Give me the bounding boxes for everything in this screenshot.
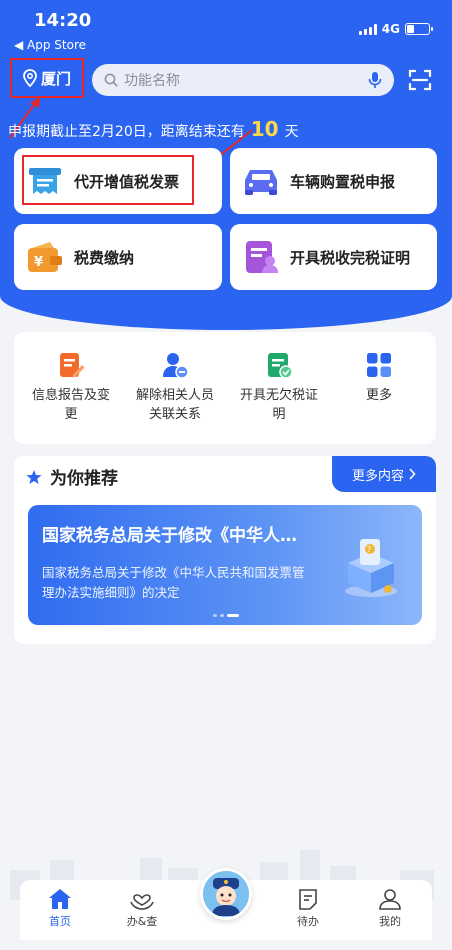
search-input[interactable]: 功能名称 — [92, 64, 394, 96]
search-icon — [104, 73, 118, 87]
quick-action-label: 开具无欠税证明 — [239, 388, 318, 422]
network-type: 4G — [381, 22, 400, 36]
tab-label: 办&查 — [126, 915, 158, 928]
recommend-section: 为你推荐 更多内容 国家税务总局关于修改《中华人… 国家税务总局关于修改《中华人… — [14, 456, 436, 644]
svg-text:¥: ¥ — [34, 255, 43, 270]
svg-text:?: ? — [367, 545, 371, 554]
card-label: 车辆购置税申报 — [290, 172, 396, 191]
tab-handle-query[interactable]: 办&查 — [112, 888, 172, 929]
quick-action-unlink-relations[interactable]: 解除相关人员关联关系 — [130, 350, 220, 424]
deadline-days: 10 — [250, 117, 279, 141]
document-box-illustration-icon: ? — [345, 539, 397, 597]
search-placeholder: 功能名称 — [124, 73, 180, 89]
grid-icon — [364, 350, 394, 380]
carousel-indicator — [213, 614, 239, 617]
heart-hands-icon — [130, 894, 154, 910]
more-content-label: 更多内容 — [351, 468, 404, 484]
tab-label: 我的 — [379, 915, 401, 928]
status-time: 14:20 — [34, 10, 92, 31]
news-banner[interactable]: 国家税务总局关于修改《中华人… 国家税务总局关于修改《中华人民共和国发票管理办法… — [28, 505, 422, 625]
highlight-box-card — [22, 155, 194, 205]
battery-icon — [405, 23, 433, 35]
city-selector[interactable]: 厦门 — [10, 58, 84, 98]
more-content-button[interactable]: 更多内容 — [332, 456, 436, 492]
microphone-icon[interactable] — [368, 71, 382, 89]
person-icon — [379, 889, 401, 910]
document-check-icon — [264, 350, 294, 380]
deadline-prefix: 申报期截止至2月20日，距离结束还有 — [8, 124, 245, 140]
report-edit-icon — [56, 350, 86, 380]
quick-action-more[interactable]: 更多 — [334, 350, 424, 405]
chevron-right-icon — [409, 468, 416, 480]
card-vehicle-tax[interactable]: 车辆购置税申报 — [230, 148, 437, 214]
car-icon — [242, 162, 280, 200]
tab-label: 首页 — [49, 915, 71, 928]
signal-icon — [358, 23, 377, 35]
quick-action-info-report[interactable]: 信息报告及变更 — [26, 350, 116, 424]
back-to-app-store-link[interactable]: ◀ App Store — [14, 38, 86, 52]
assistant-avatar-icon — [212, 878, 240, 916]
status-indicators: 4G — [358, 22, 433, 36]
assistant-avatar-button[interactable] — [200, 868, 252, 920]
quick-action-label: 解除相关人员关联关系 — [135, 388, 214, 422]
card-tax-payment[interactable]: ¥ 税费缴纳 — [14, 224, 222, 290]
certificate-icon — [242, 238, 280, 276]
user-remove-icon — [160, 350, 190, 380]
tab-mine[interactable]: 我的 — [360, 888, 420, 929]
todo-icon — [299, 889, 317, 910]
home-icon — [49, 889, 71, 909]
card-tax-certificate[interactable]: 开具税收完税证明 — [230, 224, 437, 290]
recommend-header: 为你推荐 — [26, 464, 118, 489]
quick-action-label: 信息报告及变更 — [31, 388, 110, 422]
card-label: 税费缴纳 — [74, 248, 135, 267]
tab-home[interactable]: 首页 — [30, 888, 90, 929]
quick-action-no-arrears-certificate[interactable]: 开具无欠税证明 — [234, 350, 324, 424]
deadline-notice: 申报期截止至2月20日，距离结束还有 10 天 — [8, 117, 299, 141]
banner-description: 国家税务总局关于修改《中华人民共和国发票管理办法实施细则》的决定 — [42, 565, 305, 600]
tab-label: 待办 — [297, 915, 319, 928]
quick-action-label: 更多 — [365, 388, 392, 403]
scan-icon[interactable] — [408, 68, 432, 92]
recommend-title: 为你推荐 — [50, 469, 118, 489]
tab-todo[interactable]: 待办 — [278, 888, 338, 929]
wallet-icon: ¥ — [26, 238, 64, 276]
card-label: 开具税收完税证明 — [290, 248, 411, 267]
quick-actions-panel: 信息报告及变更 解除相关人员关联关系 开具无欠税证明 更多 — [14, 332, 436, 444]
banner-title: 国家税务总局关于修改《中华人… — [42, 526, 297, 546]
location-pin-icon — [23, 69, 37, 87]
deadline-suffix: 天 — [284, 124, 299, 140]
city-name: 厦门 — [40, 69, 71, 88]
star-icon — [26, 469, 42, 484]
